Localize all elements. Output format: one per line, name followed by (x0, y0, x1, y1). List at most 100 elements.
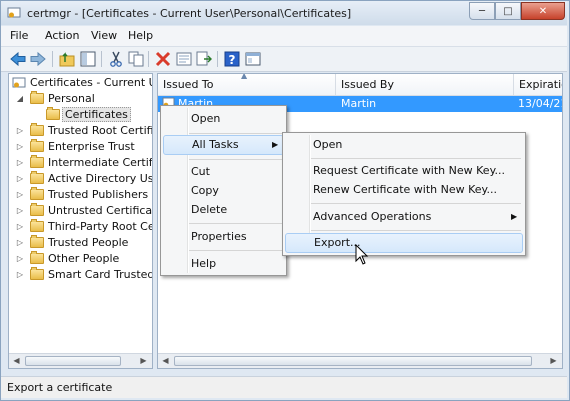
submenu-open[interactable]: Open (285, 135, 523, 155)
scroll-right-icon[interactable]: ▶ (547, 355, 560, 367)
maximize-button[interactable]: □ (495, 2, 521, 20)
up-folder-icon[interactable] (58, 50, 76, 68)
minimize-button[interactable]: ─ (469, 2, 495, 20)
delete-icon[interactable] (154, 50, 172, 68)
toolbar: ? (1, 46, 567, 72)
tree-item-label: Intermediate Certificat (48, 156, 153, 169)
scrollbar-thumb[interactable] (174, 356, 532, 366)
tree-item-other-people[interactable]: ▷ Other People (9, 251, 152, 268)
submenu-renew-certificate[interactable]: Renew Certificate with New Key... (285, 180, 523, 200)
status-text: Export a certificate (7, 381, 113, 394)
tree-horizontal-scrollbar[interactable]: ◀ ▶ (9, 353, 152, 368)
tree-item-label: Third-Party Root Certi (48, 220, 152, 233)
cut-icon[interactable] (107, 50, 125, 68)
context-menu-help[interactable]: Help (163, 254, 284, 274)
toolbar-separator (148, 51, 149, 67)
show-hide-tree-icon[interactable] (79, 50, 97, 68)
tree-item-label: Certificates - Current User (30, 76, 152, 89)
menu-separator (189, 250, 282, 251)
toolbar-separator (217, 51, 218, 67)
tree-item-smart-card[interactable]: ▷ Smart Card Trusted Ro (9, 267, 153, 284)
all-tasks-submenu: Open Request Certificate with New Key...… (282, 132, 526, 256)
menu-action[interactable]: Action (45, 29, 79, 42)
tree-item-untrusted[interactable]: ▷ Untrusted Certificates (9, 203, 153, 220)
window-title: certmgr - [Certificates - Current User\P… (27, 7, 352, 20)
scroll-left-icon[interactable]: ◀ (10, 355, 23, 367)
context-menu-cut[interactable]: Cut (163, 162, 284, 182)
tree-item-label: Trusted Publishers (48, 188, 149, 201)
status-bar: Export a certificate (1, 376, 567, 398)
expand-arrow-icon[interactable]: ▷ (15, 254, 25, 264)
column-header-expiration[interactable]: Expiration (514, 74, 562, 96)
tree-item-label: Personal (48, 92, 95, 105)
forward-icon[interactable] (29, 50, 47, 68)
cell-issued-by: Martin (341, 97, 377, 110)
copy-icon[interactable] (127, 50, 145, 68)
tree-item-enterprise-trust[interactable]: ▷ Enterprise Trust (9, 139, 152, 156)
tree-item-trusted-publishers[interactable]: ▷ Trusted Publishers (9, 187, 152, 204)
sort-ascending-icon: ▲ (241, 73, 248, 80)
tree-item-third-party-root[interactable]: ▷ Third-Party Root Certi (9, 219, 152, 236)
context-menu: Open All Tasks ▶ Cut Copy Delete Propert… (160, 105, 287, 276)
column-header-label: Issued To (163, 78, 214, 91)
expand-arrow-icon[interactable]: ▷ (15, 238, 25, 248)
list-horizontal-scrollbar[interactable]: ◀ ▶ (158, 353, 562, 368)
context-menu-properties[interactable]: Properties (163, 227, 284, 247)
menu-file[interactable]: File (10, 29, 28, 42)
folder-icon (30, 155, 44, 168)
menu-separator (311, 158, 521, 159)
expand-arrow-icon[interactable]: ▷ (15, 126, 25, 136)
expand-arrow-icon[interactable]: ▷ (15, 174, 25, 184)
tree-item-intermediate[interactable]: ▷ Intermediate Certificat (9, 155, 153, 172)
expand-arrow-icon[interactable]: ▷ (15, 190, 25, 200)
context-menu-delete[interactable]: Delete (163, 200, 284, 220)
export-list-icon[interactable] (195, 50, 213, 68)
menu-bar: File Action View Help (1, 26, 567, 46)
tree-item-label: Other People (48, 252, 120, 265)
certificate-app-icon (7, 7, 21, 18)
toolbar-separator (52, 51, 53, 67)
submenu-advanced-operations[interactable]: Advanced Operations ▶ (285, 207, 523, 227)
submenu-export[interactable]: Export... (285, 233, 523, 253)
tree-item-label: Untrusted Certificates (48, 204, 153, 217)
expand-arrow-icon[interactable]: ▷ (15, 222, 25, 232)
help-icon[interactable]: ? (223, 50, 241, 68)
expand-arrow-icon[interactable]: ▷ (15, 270, 25, 280)
tree-item-root[interactable]: Certificates - Current User (9, 76, 152, 92)
context-menu-open[interactable]: Open (163, 109, 284, 129)
scrollbar-thumb[interactable] (25, 356, 121, 366)
menu-help[interactable]: Help (128, 29, 153, 42)
back-icon[interactable] (9, 50, 27, 68)
expand-arrow-icon[interactable]: ▷ (15, 142, 25, 152)
folder-icon (30, 235, 44, 248)
folder-icon (30, 187, 44, 200)
column-header-issued-by[interactable]: Issued By (336, 74, 514, 96)
close-button[interactable]: ✕ (521, 2, 565, 20)
tree-item-trusted-root[interactable]: ▷ Trusted Root Certificat (9, 123, 153, 140)
title-bar[interactable]: certmgr - [Certificates - Current User\P… (1, 1, 567, 25)
console-tree[interactable]: Certificates - Current User ◢ Personal C… (8, 73, 153, 369)
tree-item-personal[interactable]: ◢ Personal (9, 91, 152, 108)
tree-item-label: Active Directory User C (48, 172, 153, 185)
scroll-left-icon[interactable]: ◀ (159, 355, 172, 367)
context-menu-copy[interactable]: Copy (163, 181, 284, 201)
menu-view[interactable]: View (91, 29, 117, 42)
tree-item-trusted-people[interactable]: ▷ Trusted People (9, 235, 152, 252)
mmc-console-icon[interactable] (244, 50, 262, 68)
tree-item-label: Trusted People (48, 236, 129, 249)
folder-icon (30, 139, 44, 152)
expand-arrow-icon[interactable]: ▷ (15, 158, 25, 168)
expand-arrow-icon[interactable]: ▷ (15, 206, 25, 216)
submenu-request-certificate[interactable]: Request Certificate with New Key... (285, 161, 523, 181)
tree-item-certificates[interactable]: Certificates (9, 107, 152, 124)
collapse-arrow-icon[interactable]: ◢ (15, 94, 25, 104)
mouse-pointer-icon (355, 244, 369, 265)
folder-icon (30, 267, 44, 280)
properties-icon[interactable] (175, 50, 193, 68)
scroll-right-icon[interactable]: ▶ (137, 355, 150, 367)
context-menu-all-tasks[interactable]: All Tasks ▶ (163, 135, 284, 155)
tree-item-active-directory[interactable]: ▷ Active Directory User C (9, 171, 153, 188)
tree-item-label: Trusted Root Certificat (48, 124, 153, 137)
tree-item-label: Smart Card Trusted Ro (48, 268, 153, 281)
menu-separator (311, 230, 521, 231)
